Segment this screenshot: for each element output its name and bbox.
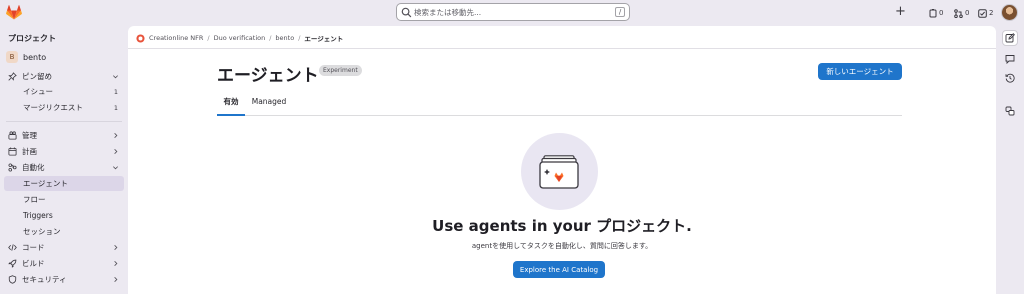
automate-icon: [8, 163, 17, 172]
sidebar-item-label: 自動化: [22, 163, 45, 172]
chat-button[interactable]: [1002, 51, 1018, 67]
search-input[interactable]: 検索または移動先... /: [396, 3, 630, 21]
sidebar-project-link[interactable]: B bento: [6, 50, 46, 64]
sidebar-item-code[interactable]: コード: [4, 240, 124, 255]
sidebar: プロジェクト B bento ピン留め イシュー 1 マージリクエスト 1 管理…: [0, 26, 128, 294]
pin-icon: [8, 72, 17, 81]
sidebar-item-label: エージェント: [23, 179, 68, 188]
chevron-right-icon: [114, 245, 118, 250]
edit-button[interactable]: [1002, 30, 1018, 46]
issues-count: 0: [939, 9, 944, 17]
sidebar-item-label: セッション: [23, 227, 61, 236]
breadcrumb: Creationline NFR / Duo verification / be…: [136, 32, 343, 44]
sidebar-item-automate[interactable]: 自動化: [4, 160, 124, 175]
sidebar-item-label: 計画: [22, 147, 37, 156]
sidebar-item-label: フロー: [23, 195, 46, 204]
chevron-down-icon: [113, 75, 118, 79]
right-rail: [996, 26, 1024, 294]
todo-icon: [978, 8, 987, 18]
new-agent-button[interactable]: 新しいエージェント: [818, 63, 902, 80]
sidebar-item-build[interactable]: ビルド: [4, 256, 124, 271]
top-bar: 検索または移動先... / + 0 0 2: [0, 0, 1024, 26]
chevron-right-icon: [114, 261, 118, 266]
todos-count-button[interactable]: 2: [978, 7, 993, 19]
sidebar-item-merge-requests[interactable]: マージリクエスト 1: [4, 100, 124, 115]
issues-count-button[interactable]: 0: [929, 7, 943, 19]
sidebar-item-label: ビルド: [22, 259, 45, 268]
project-name: bento: [23, 52, 47, 62]
sidebar-item-label: マージリクエスト: [23, 103, 83, 112]
sidebar-item-issues[interactable]: イシュー 1: [4, 84, 124, 99]
comment-icon: [1005, 55, 1015, 64]
tab-enabled[interactable]: 有効: [217, 91, 245, 116]
search-placeholder: 検索または移動先...: [414, 8, 482, 17]
sidebar-item-triggers[interactable]: Triggers: [4, 208, 124, 223]
issues-icon: [929, 8, 937, 17]
chevron-right-icon: [114, 133, 118, 138]
rocket-icon: [8, 259, 17, 268]
sidebar-item-flows[interactable]: フロー: [4, 192, 124, 207]
sidebar-item-security[interactable]: セキュリティ: [4, 272, 124, 287]
project-avatar: B: [6, 51, 18, 63]
sidebar-item-pinned[interactable]: ピン留め: [4, 69, 124, 84]
breadcrumb-link[interactable]: Creationline NFR: [149, 34, 203, 42]
new-session-button[interactable]: [1002, 103, 1018, 119]
sidebar-item-label: セキュリティ: [22, 275, 67, 284]
page-title: エージェント: [217, 66, 319, 86]
tab-list: 有効 Managed: [217, 91, 902, 116]
plan-icon: [8, 147, 17, 156]
manage-icon: [8, 131, 17, 140]
sidebar-item-label: イシュー: [23, 87, 53, 96]
history-icon: [1005, 73, 1015, 83]
breadcrumb-current[interactable]: エージェント: [304, 33, 343, 43]
sidebar-item-label: 管理: [22, 131, 37, 140]
chevron-right-icon: [114, 149, 118, 154]
gitlab-logo-icon[interactable]: [6, 5, 22, 20]
search-shortcut-key: /: [615, 7, 625, 17]
search-icon: [401, 7, 412, 18]
breadcrumb-link[interactable]: bento: [275, 34, 294, 42]
merge-requests-count: 0: [965, 9, 970, 17]
sidebar-item-label: コード: [22, 243, 45, 252]
sidebar-header: プロジェクト: [8, 34, 56, 43]
empty-state-illustration: [521, 133, 598, 210]
sessions-icon: [1005, 106, 1015, 116]
code-icon: [8, 244, 17, 251]
sidebar-divider: [6, 121, 122, 122]
experiment-badge: Experiment: [319, 65, 362, 76]
empty-state-description: agentを使用してタスクを自動化し、質問に回答します。: [471, 242, 653, 250]
history-button[interactable]: [1002, 70, 1018, 86]
sidebar-item-sessions[interactable]: セッション: [4, 224, 124, 239]
explore-ai-catalog-button[interactable]: Explore the AI Catalog: [513, 261, 605, 278]
breadcrumb-link[interactable]: Duo verification: [214, 34, 266, 42]
chevron-down-icon: [113, 166, 118, 170]
todos-count: 2: [989, 9, 994, 17]
pencil-square-icon: [1005, 33, 1015, 43]
sidebar-item-manage[interactable]: 管理: [4, 128, 124, 143]
create-new-button[interactable]: +: [895, 5, 906, 19]
breadcrumb-separator: /: [298, 34, 301, 42]
breadcrumb-separator: /: [269, 34, 272, 42]
sidebar-item-plan[interactable]: 計画: [4, 144, 124, 159]
shield-icon: [8, 275, 17, 284]
merge-request-icon: [954, 8, 963, 18]
empty-state-title: Use agents in your プロジェクト.: [432, 217, 692, 235]
agent-folder-icon: [539, 155, 579, 189]
sidebar-item-label: Triggers: [23, 211, 53, 220]
group-avatar-icon: [136, 33, 145, 43]
breadcrumb-separator: /: [207, 34, 210, 42]
tab-managed[interactable]: Managed: [247, 91, 291, 116]
user-avatar[interactable]: [1001, 4, 1018, 21]
sidebar-item-agents[interactable]: エージェント: [4, 176, 124, 191]
merge-requests-count-button[interactable]: 0: [954, 7, 969, 19]
chevron-right-icon: [114, 277, 118, 282]
sidebar-item-count: 1: [113, 103, 118, 112]
sidebar-item-label: ピン留め: [22, 72, 52, 81]
main-content: Creationline NFR / Duo verification / be…: [128, 26, 996, 294]
sidebar-item-count: 1: [113, 87, 118, 96]
breadcrumb-divider: [128, 48, 996, 49]
